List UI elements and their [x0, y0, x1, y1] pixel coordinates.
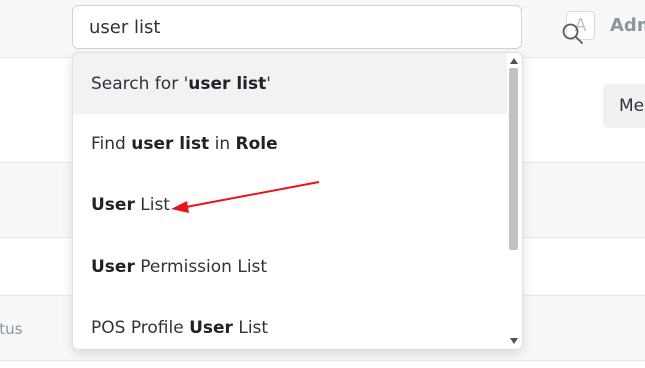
suggestion-text: Find — [91, 133, 132, 154]
menu-button[interactable]: Me — [603, 84, 645, 128]
page: A Adm Me atus Search for 'user list' Fin… — [0, 0, 645, 368]
suggestion-user-permission-list[interactable]: User Permission List — [73, 236, 507, 297]
search-icon[interactable] — [561, 22, 585, 46]
suggestion-text: Permission List — [134, 256, 268, 277]
awesomebar-search[interactable] — [72, 5, 583, 49]
suggestion-pos-profile-user-list[interactable]: POS Profile User List — [73, 297, 507, 349]
scroll-down-arrow-icon[interactable] — [510, 338, 518, 344]
suggestion-text: in — [209, 133, 236, 154]
highlighted-match-text: Role — [235, 133, 278, 154]
suggestion-search-for[interactable]: Search for ' user list ' — [73, 53, 507, 114]
suggestion-text: POS Profile — [91, 317, 190, 338]
dropdown-scrollbar[interactable] — [507, 53, 522, 349]
highlighted-match-text: User — [91, 194, 135, 215]
suggestion-text: Search for ' — [91, 73, 189, 94]
search-input[interactable] — [73, 6, 489, 48]
scroll-up-arrow-icon[interactable] — [510, 58, 518, 64]
suggestion-find-in-role[interactable]: Find user list in Role — [73, 113, 507, 174]
suggestion-text: ' — [266, 73, 271, 94]
suggestion-text: List — [232, 317, 269, 338]
suggestion-text: List — [134, 194, 170, 215]
status-column-header: atus — [0, 320, 23, 338]
highlighted-match-text: user list — [131, 133, 210, 154]
list-row — [0, 360, 645, 368]
suggestion-user-list[interactable]: User List — [73, 174, 507, 235]
highlighted-match-text: User — [189, 317, 233, 338]
highlighted-match-text: user list — [188, 73, 267, 94]
user-name-label[interactable]: Adm — [610, 15, 645, 36]
scroll-thumb[interactable] — [509, 68, 518, 250]
search-suggestions-dropdown: Search for ' user list ' Find user list in… — [72, 52, 523, 350]
highlighted-match-text: User — [91, 256, 135, 277]
